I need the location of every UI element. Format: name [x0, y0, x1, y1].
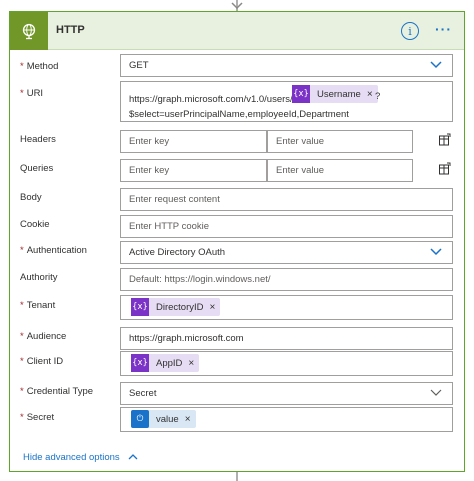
secret-label: * Secret: [20, 412, 55, 423]
remove-token-icon[interactable]: ×: [185, 414, 196, 425]
headers-value-input[interactable]: Enter value: [267, 130, 413, 153]
chevron-down-icon: [430, 61, 442, 69]
variable-icon: {x}: [292, 85, 310, 103]
queries-value-placeholder: Enter value: [276, 165, 325, 176]
directoryid-token[interactable]: {x} DirectoryID ×: [131, 298, 221, 316]
switch-to-text-mode-icon[interactable]: [438, 162, 452, 176]
uri-label: * URI: [20, 88, 44, 99]
method-dropdown[interactable]: GET: [120, 54, 453, 77]
variable-icon: {x}: [131, 354, 149, 372]
appid-token[interactable]: {x} AppID ×: [131, 354, 200, 372]
cookie-placeholder: Enter HTTP cookie: [129, 221, 210, 232]
tenant-input[interactable]: {x} DirectoryID ×: [120, 295, 453, 320]
uri-input[interactable]: https://graph.microsoft.com/v1.0/users/ …: [120, 81, 453, 122]
audience-input[interactable]: https://graph.microsoft.com: [120, 327, 453, 350]
headers-value-placeholder: Enter value: [276, 136, 325, 147]
card-header[interactable]: HTTP i ···: [10, 12, 464, 50]
authentication-value: Active Directory OAuth: [129, 247, 226, 258]
headers-key-placeholder: Enter key: [129, 136, 170, 147]
http-action-card: HTTP i ··· * Method GET * URI https://grap…: [9, 11, 465, 472]
username-token-label: Username: [317, 88, 361, 100]
card-title: HTTP: [56, 24, 85, 36]
audience-label: * Audience: [20, 331, 67, 342]
credential-type-label: * Credential Type: [20, 386, 94, 397]
credential-type-dropdown[interactable]: Secret: [120, 382, 453, 405]
secret-value-token[interactable]: ⏻ value ×: [131, 410, 196, 428]
uri-query-line: $select=userPrincipalName,employeeId,Dep…: [129, 109, 349, 120]
headers-key-input[interactable]: Enter key: [120, 130, 267, 153]
switch-to-text-mode-icon[interactable]: [438, 133, 452, 147]
more-options-icon[interactable]: ···: [435, 21, 452, 37]
authority-label: Authority: [20, 272, 58, 283]
http-globe-icon: [10, 12, 48, 50]
body-input[interactable]: Enter request content: [120, 188, 453, 211]
chevron-down-icon: [430, 389, 442, 396]
body-placeholder: Enter request content: [129, 194, 220, 205]
method-label: * Method: [20, 61, 59, 72]
flow-connector-bottom: [236, 472, 238, 481]
key-vault-icon: ⏻: [131, 410, 149, 428]
cookie-input[interactable]: Enter HTTP cookie: [120, 215, 453, 238]
remove-token-icon[interactable]: ×: [188, 358, 199, 369]
authentication-dropdown[interactable]: Active Directory OAuth: [120, 241, 453, 264]
headers-label: Headers: [20, 134, 56, 145]
chevron-up-icon: [128, 454, 138, 460]
credential-type-value: Secret: [129, 388, 157, 399]
tenant-label: * Tenant: [20, 300, 56, 311]
remove-token-icon[interactable]: ×: [210, 302, 221, 313]
queries-key-placeholder: Enter key: [129, 165, 170, 176]
authentication-label: * Authentication: [20, 245, 87, 256]
queries-value-input[interactable]: Enter value: [267, 159, 413, 182]
variable-icon: {x}: [131, 298, 149, 316]
uri-prefix: https://graph.microsoft.com/v1.0/users/: [129, 94, 293, 105]
authority-input[interactable]: Default: https://login.windows.net/: [120, 268, 453, 291]
authority-placeholder: Default: https://login.windows.net/: [129, 274, 271, 285]
hide-advanced-options-link[interactable]: Hide advanced options: [23, 452, 138, 463]
secret-value-token-label: value: [156, 413, 179, 425]
chevron-down-icon: [430, 248, 442, 256]
queries-key-input[interactable]: Enter key: [120, 159, 267, 182]
info-icon[interactable]: i: [401, 22, 419, 40]
audience-value: https://graph.microsoft.com: [129, 333, 244, 344]
cookie-label: Cookie: [20, 219, 50, 230]
client-id-label: * Client ID: [20, 356, 64, 367]
method-value: GET: [129, 60, 149, 71]
client-id-input[interactable]: {x} AppID ×: [120, 351, 453, 376]
appid-token-label: AppID: [156, 357, 183, 369]
body-label: Body: [20, 192, 42, 203]
username-token[interactable]: {x} Username ×: [292, 85, 378, 103]
uri-suffix: ?: [375, 91, 381, 102]
hide-advanced-options-label: Hide advanced options: [23, 452, 120, 463]
directoryid-token-label: DirectoryID: [156, 301, 204, 313]
secret-input[interactable]: ⏻ value ×: [120, 407, 453, 432]
queries-label: Queries: [20, 163, 54, 174]
